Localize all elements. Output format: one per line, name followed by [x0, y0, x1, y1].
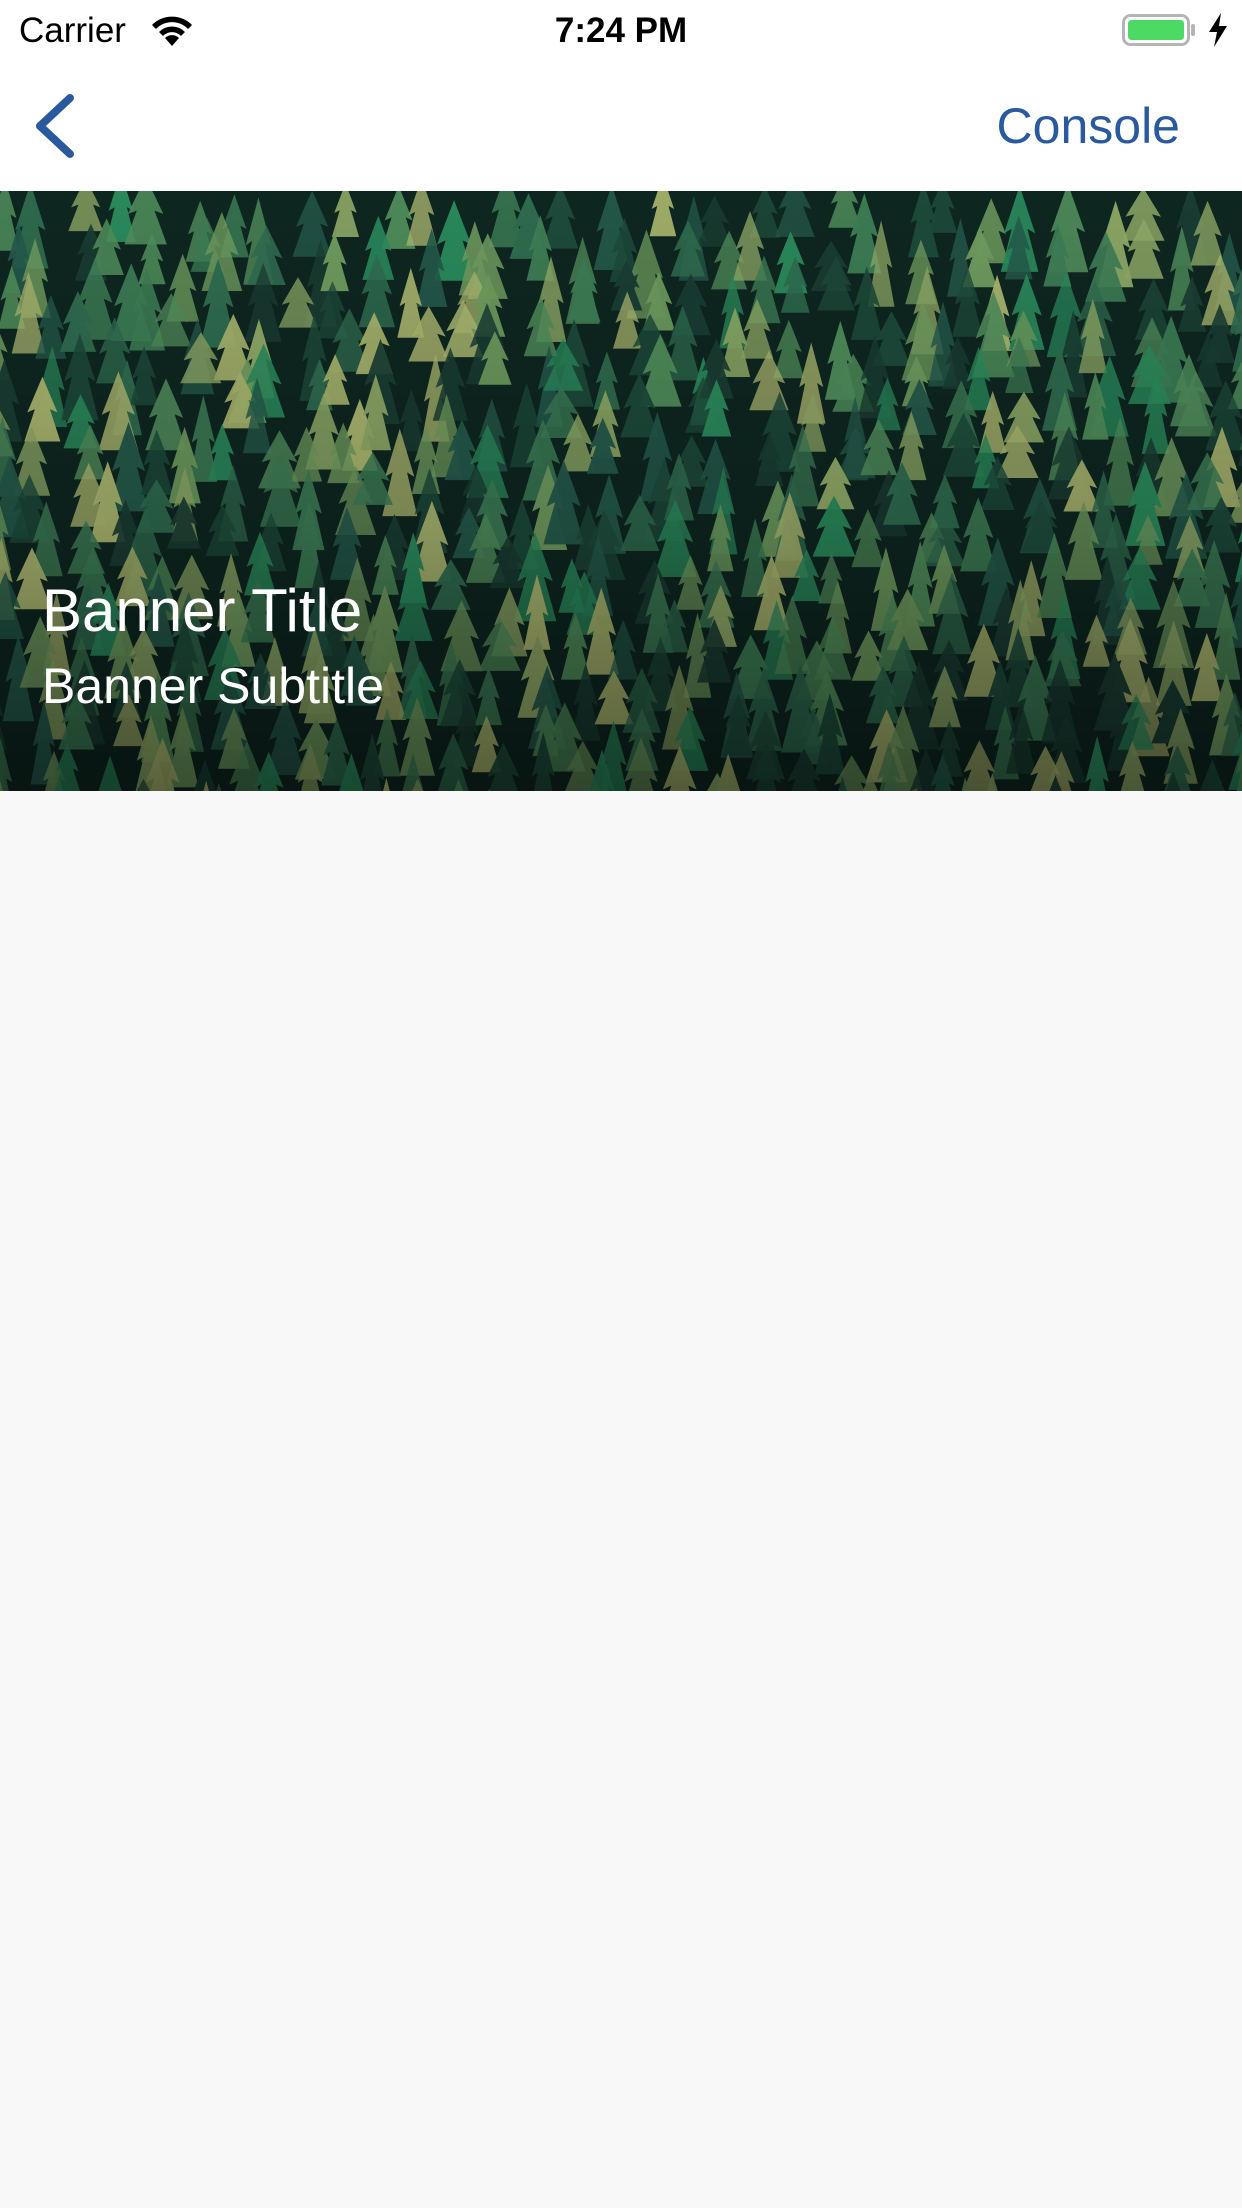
chevron-left-icon[interactable]: [30, 90, 90, 162]
banner-subtitle: Banner Subtitle: [42, 658, 384, 714]
charging-bolt-icon: [1209, 13, 1227, 47]
battery-icon: [1122, 14, 1195, 46]
screen: Carrier 7:24 PM Console Banner Title Ban…: [0, 0, 1242, 2208]
console-button[interactable]: Console: [997, 96, 1180, 156]
navigation-bar: Console: [0, 62, 1242, 191]
clock: 7:24 PM: [554, 11, 688, 50]
status-bar: Carrier 7:24 PM: [0, 0, 1242, 62]
content-area: [0, 791, 1242, 2208]
banner: Banner Title Banner Subtitle: [0, 191, 1242, 791]
banner-title: Banner Title: [42, 577, 363, 644]
